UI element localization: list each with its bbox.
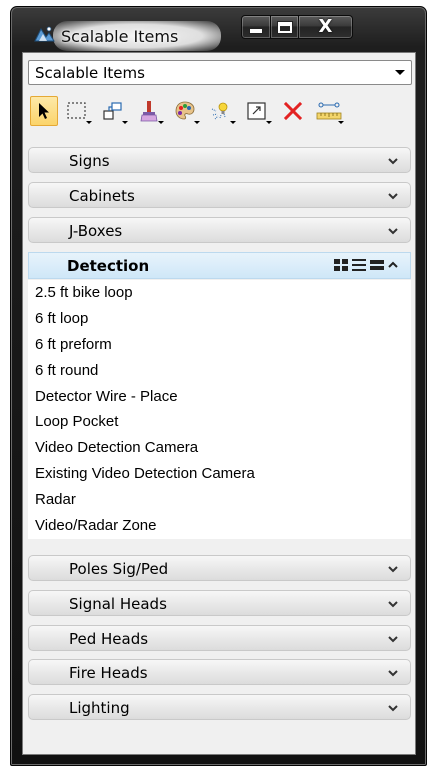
section-label: Signal Heads — [69, 595, 167, 613]
submenu-arrow — [158, 121, 164, 124]
scale-button[interactable] — [240, 95, 274, 127]
measure-button[interactable] — [312, 95, 346, 127]
section-label: J-Boxes — [69, 222, 123, 240]
section-lighting[interactable]: Lighting — [28, 694, 411, 720]
toolbar — [30, 93, 412, 129]
item-type-dropdown[interactable]: Scalable Items — [28, 60, 412, 85]
submenu-arrow — [230, 121, 236, 124]
close-icon: X — [318, 16, 333, 37]
list-item[interactable]: Video Detection Camera — [28, 435, 411, 461]
marquee-select-button[interactable] — [60, 95, 94, 127]
chevron-down-icon — [395, 70, 405, 75]
submenu-arrow — [122, 121, 128, 124]
section-label: Poles Sig/Ped — [69, 560, 169, 578]
place-element-icon — [103, 102, 122, 120]
section-detection[interactable]: Detection — [28, 252, 411, 279]
maximize-icon — [277, 21, 292, 33]
scale-icon — [247, 102, 266, 120]
chevron-up-icon — [388, 261, 398, 268]
section-label: Cabinets — [69, 187, 135, 205]
chevron-down-icon — [388, 705, 398, 712]
list-view-icon[interactable] — [352, 259, 366, 271]
chevron-down-icon — [388, 158, 398, 165]
brush-button[interactable] — [132, 95, 166, 127]
dropdown-button[interactable] — [389, 61, 411, 84]
chevron-down-icon — [388, 601, 398, 608]
app-icon — [34, 26, 55, 42]
dropdown-value: Scalable Items — [35, 64, 145, 82]
light-bulb-icon — [211, 102, 228, 120]
select-tool-button[interactable] — [30, 96, 58, 126]
list-item[interactable]: Detector Wire - Place — [28, 384, 411, 410]
title-bar[interactable]: Scalable Items X — [11, 7, 426, 53]
section-fire-heads[interactable]: Fire Heads — [28, 659, 411, 685]
color-palette-icon — [175, 101, 195, 120]
color-button[interactable] — [168, 95, 202, 127]
chevron-down-icon — [388, 228, 398, 235]
chevron-down-icon — [388, 670, 398, 677]
window-title: Scalable Items — [61, 27, 179, 46]
caption-buttons: X — [241, 15, 353, 39]
submenu-arrow — [86, 121, 92, 124]
detection-item-list: 2.5 ft bike loop 6 ft loop 6 ft preform … — [28, 280, 411, 539]
list-item[interactable]: 6 ft preform — [28, 332, 411, 358]
list-item[interactable]: 6 ft loop — [28, 306, 411, 332]
list-item[interactable]: Existing Video Detection Camera — [28, 461, 411, 487]
section-poles-sig-ped[interactable]: Poles Sig/Ped — [28, 555, 411, 581]
chevron-down-icon — [388, 566, 398, 573]
list-item[interactable]: 2.5 ft bike loop — [28, 280, 411, 306]
client-area: Scalable Items Signs Cabinets J-Boxes De… — [22, 52, 416, 755]
list-item[interactable]: 6 ft round — [28, 358, 411, 384]
submenu-arrow — [338, 121, 344, 124]
section-ped-heads[interactable]: Ped Heads — [28, 625, 411, 651]
submenu-arrow — [194, 121, 200, 124]
close-button[interactable]: X — [299, 15, 353, 39]
detail-view-icon[interactable] — [370, 259, 384, 271]
minimize-button[interactable] — [241, 15, 271, 39]
section-label: Detection — [67, 257, 150, 275]
section-j-boxes[interactable]: J-Boxes — [28, 217, 411, 243]
view-mode-buttons — [334, 259, 384, 271]
delete-button[interactable] — [276, 95, 310, 127]
lighting-button[interactable] — [204, 95, 238, 127]
maximize-button[interactable] — [271, 15, 299, 39]
chevron-down-icon — [388, 193, 398, 200]
chevron-down-icon — [388, 636, 398, 643]
grid-view-icon[interactable] — [334, 259, 348, 271]
paint-brush-icon — [140, 101, 158, 122]
delete-x-icon — [283, 101, 303, 121]
submenu-arrow — [266, 121, 272, 124]
section-cabinets[interactable]: Cabinets — [28, 182, 411, 208]
section-label: Fire Heads — [69, 664, 148, 682]
section-label: Ped Heads — [69, 630, 149, 648]
section-signal-heads[interactable]: Signal Heads — [28, 590, 411, 616]
list-item[interactable]: Loop Pocket — [28, 409, 411, 435]
select-arrow-icon — [39, 103, 49, 119]
list-item[interactable]: Video/Radar Zone — [28, 513, 411, 539]
place-element-button[interactable] — [96, 95, 130, 127]
section-label: Signs — [69, 152, 110, 170]
select-marquee-icon — [67, 102, 86, 119]
section-label: Lighting — [69, 699, 130, 717]
list-item[interactable]: Radar — [28, 487, 411, 513]
section-signs[interactable]: Signs — [28, 147, 411, 173]
minimize-icon — [250, 29, 262, 33]
measure-ruler-icon — [316, 102, 342, 120]
